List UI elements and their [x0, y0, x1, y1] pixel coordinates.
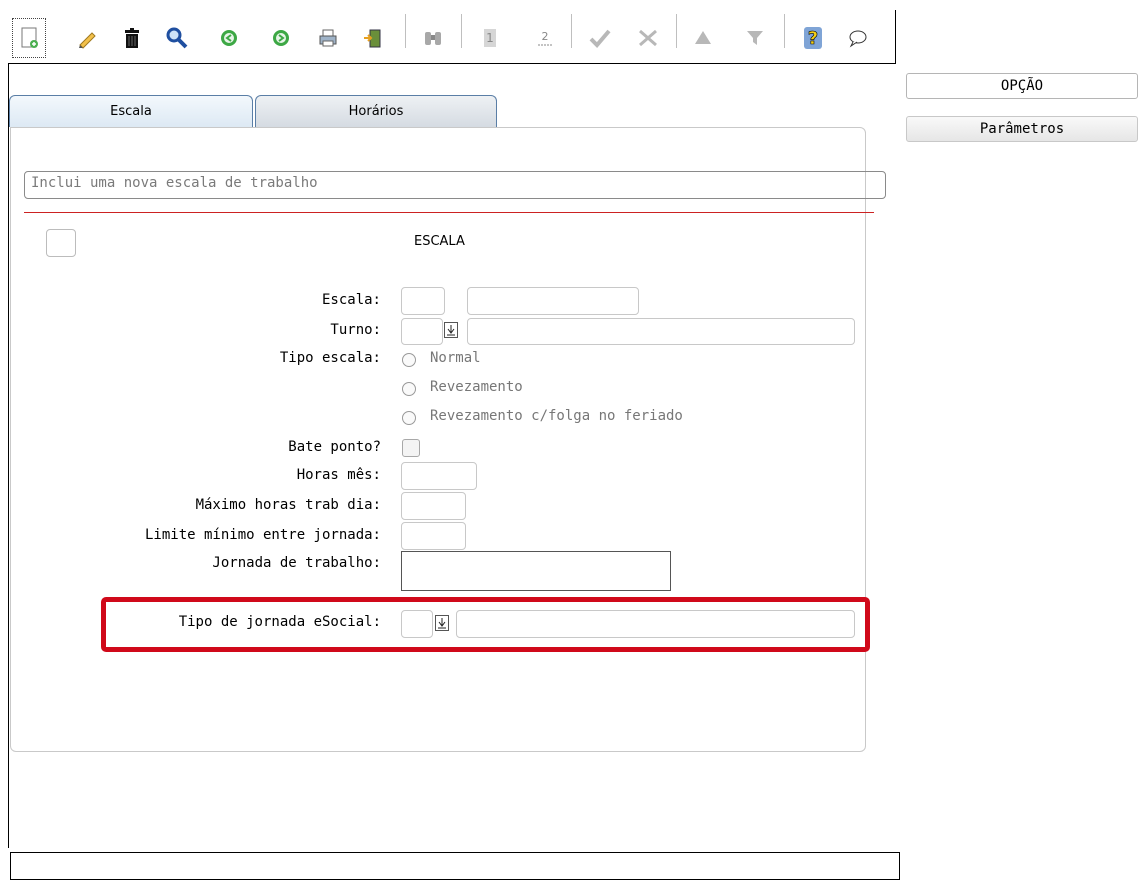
toolbar-separator [405, 14, 406, 48]
tipo-jornada-code-input[interactable] [401, 610, 433, 638]
radio-revezamento-label: Revezamento [430, 379, 523, 395]
new-document-icon[interactable] [12, 18, 46, 58]
turno-code-input[interactable] [401, 318, 443, 345]
search-magnifier-icon[interactable] [160, 18, 194, 58]
arrow-right-circle-icon[interactable] [264, 18, 298, 58]
tab-horarios[interactable]: Horários [255, 95, 497, 127]
radio-normal-label: Normal [430, 350, 481, 366]
svg-text:1: 1 [486, 31, 494, 45]
arrow-down-icon [447, 325, 455, 336]
turno-dropdown-button[interactable] [444, 322, 458, 338]
radio-normal[interactable] [402, 353, 416, 367]
horas-mes-label: Horas mês: [296, 467, 381, 483]
printer-icon[interactable] [311, 18, 345, 58]
horas-mes-input[interactable] [401, 462, 477, 490]
toolbar-separator [571, 14, 572, 48]
limite-minimo-label: Limite mínimo entre jornada: [144, 527, 381, 543]
help-question-icon[interactable]: ? [796, 18, 830, 58]
arrow-down-icon [438, 618, 446, 629]
bate-ponto-label: Bate ponto? [288, 439, 381, 455]
toolbar-separator [784, 14, 785, 48]
arrow-left-circle-icon[interactable] [212, 18, 246, 58]
toolbar-bottom-border [8, 63, 896, 64]
option-button-label: OPÇÃO [1000, 78, 1044, 94]
escala-name-input[interactable] [467, 287, 639, 315]
number-one-icon[interactable]: 1 [473, 18, 507, 58]
params-button-label: Parâmetros [979, 121, 1065, 137]
params-button[interactable]: Parâmetros [906, 116, 1138, 142]
section-title: ESCALA [414, 234, 465, 249]
edit-pencil-icon[interactable] [70, 18, 104, 58]
exit-door-icon[interactable] [355, 18, 389, 58]
tipo-jornada-dropdown-button[interactable] [435, 615, 449, 631]
tipo-escala-label: Tipo escala: [279, 350, 381, 366]
trash-icon[interactable] [115, 18, 149, 58]
svg-text:?: ? [808, 28, 818, 49]
check-confirm-icon[interactable] [583, 18, 617, 58]
frame-left-border [8, 63, 9, 848]
option-button[interactable]: OPÇÃO [906, 73, 1138, 99]
filter-funnel-icon[interactable] [738, 18, 772, 58]
bate-ponto-checkbox[interactable] [402, 439, 420, 457]
frame-right-border [895, 10, 896, 63]
tipo-jornada-esocial-label: Tipo de jornada eSocial: [178, 614, 381, 630]
escala-code-input[interactable] [401, 287, 445, 315]
turno-label: Turno: [330, 322, 381, 338]
tab-horarios-label: Horários [348, 104, 404, 119]
cancel-x-icon[interactable] [631, 18, 665, 58]
toolbar-separator [461, 14, 462, 48]
description-field[interactable]: Inclui uma nova escala de trabalho [24, 171, 886, 199]
divider-line [24, 212, 874, 213]
section-checkbox[interactable] [46, 229, 76, 257]
limite-minimo-input[interactable] [401, 522, 466, 550]
jornada-trabalho-input[interactable] [401, 551, 671, 591]
radio-revezamento-folga-label: Revezamento c/folga no feriado [430, 408, 683, 424]
chat-bubble-icon[interactable] [841, 18, 875, 58]
turno-name-input[interactable] [467, 318, 855, 345]
max-horas-label: Máximo horas trab dia: [195, 497, 381, 513]
svg-text:2: 2 [542, 30, 549, 43]
tipo-jornada-desc-input[interactable] [456, 610, 855, 638]
description-text: Inclui uma nova escala de trabalho [31, 175, 318, 191]
max-horas-input[interactable] [401, 492, 466, 520]
radio-revezamento[interactable] [402, 382, 416, 396]
escala-label: Escala: [321, 292, 381, 308]
jornada-trabalho-label: Jornada de trabalho: [212, 555, 381, 571]
toolbar-separator [676, 14, 677, 48]
radio-revezamento-folga[interactable] [402, 411, 416, 425]
tab-escala-label: Escala [110, 104, 152, 119]
binoculars-icon[interactable] [416, 18, 450, 58]
triangle-up-icon[interactable] [686, 18, 720, 58]
tab-escala[interactable]: Escala [9, 95, 253, 127]
number-two-icon[interactable]: 2 [528, 18, 562, 58]
status-bar [10, 852, 900, 880]
tab-content-panel [10, 127, 866, 752]
